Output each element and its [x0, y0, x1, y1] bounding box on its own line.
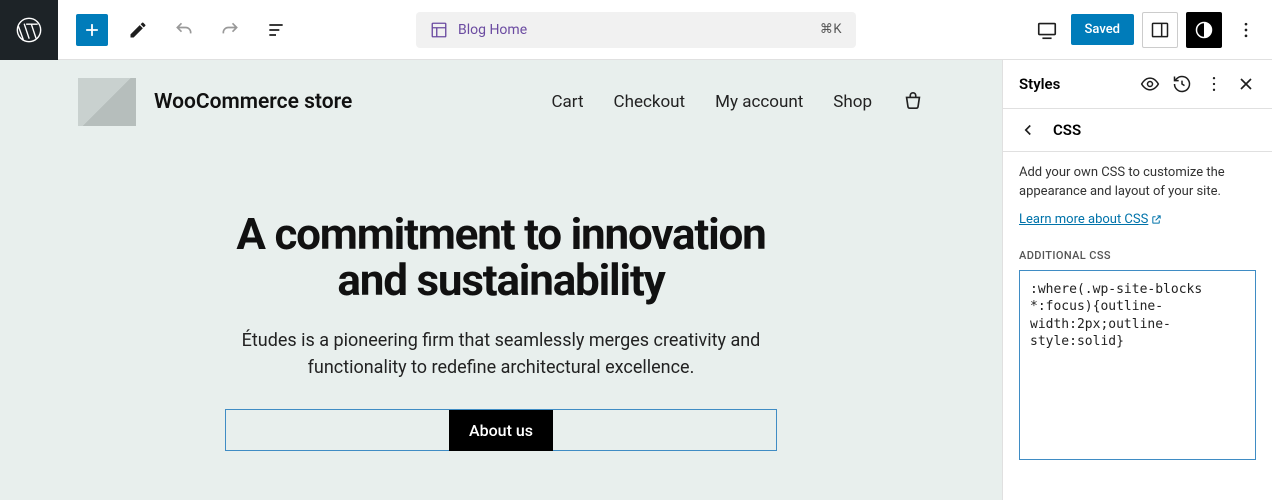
site-nav: Cart Checkout My account Shop	[551, 91, 924, 113]
chevron-left-icon[interactable]	[1019, 121, 1037, 139]
sidebar-breadcrumb: CSS	[1003, 109, 1272, 152]
revisions-icon[interactable]	[1172, 74, 1192, 94]
breadcrumb-label: CSS	[1053, 121, 1081, 139]
close-icon[interactable]	[1236, 74, 1256, 94]
wordpress-logo[interactable]	[0, 0, 58, 60]
undo-icon	[174, 20, 194, 40]
hero-heading[interactable]: A commitment to innovation and sustainab…	[40, 211, 962, 303]
site-logo-placeholder[interactable]	[78, 78, 136, 126]
saved-button[interactable]: Saved	[1071, 14, 1134, 45]
hero-section: A commitment to innovation and sustainab…	[0, 211, 1002, 451]
editor-toolbar: Blog Home ⌘K Saved	[0, 0, 1272, 60]
external-link-icon	[1151, 214, 1162, 225]
editor-body: WooCommerce store Cart Checkout My accou…	[0, 60, 1272, 500]
nav-item-shop[interactable]: Shop	[833, 92, 872, 112]
document-title: Blog Home	[458, 22, 527, 38]
eye-icon[interactable]	[1140, 74, 1160, 94]
redo-button[interactable]	[214, 14, 246, 46]
wordpress-icon	[15, 16, 43, 44]
additional-css-input[interactable]	[1019, 270, 1256, 460]
plus-icon	[82, 20, 102, 40]
sidebar-header: Styles	[1003, 60, 1272, 109]
pencil-icon	[128, 20, 148, 40]
nav-item-cart[interactable]: Cart	[551, 92, 583, 112]
undo-button[interactable]	[168, 14, 200, 46]
additional-css-label: Additional CSS	[1019, 249, 1256, 262]
shortcut-hint: ⌘K	[820, 22, 842, 37]
cart-icon[interactable]	[902, 91, 924, 113]
dots-vertical-icon	[1236, 20, 1256, 40]
styles-button[interactable]	[1186, 12, 1222, 48]
template-icon	[430, 21, 448, 39]
nav-item-account[interactable]: My account	[715, 92, 803, 112]
styles-sidebar: Styles CSS Add your own CSS to customize…	[1002, 60, 1272, 500]
hero-paragraph[interactable]: Études is a pioneering firm that seamles…	[211, 327, 791, 381]
learn-more-link[interactable]: Learn more about CSS	[1019, 212, 1162, 227]
desktop-icon	[1036, 19, 1058, 41]
list-icon	[266, 20, 286, 40]
contrast-icon	[1194, 20, 1214, 40]
document-bar[interactable]: Blog Home ⌘K	[416, 12, 856, 48]
more-menu-button[interactable]	[1230, 14, 1262, 46]
redo-icon	[220, 20, 240, 40]
css-description: Add your own CSS to customize the appear…	[1019, 164, 1256, 202]
sidebar-icon	[1150, 20, 1170, 40]
about-us-button[interactable]: About us	[449, 410, 553, 451]
site-title[interactable]: WooCommerce store	[154, 90, 352, 114]
site-header: WooCommerce store Cart Checkout My accou…	[0, 60, 1002, 126]
nav-item-checkout[interactable]: Checkout	[614, 92, 686, 112]
settings-sidebar-toggle[interactable]	[1142, 12, 1178, 48]
list-view-button[interactable]	[260, 14, 292, 46]
toolbar-left	[76, 14, 292, 46]
edit-tool-button[interactable]	[122, 14, 154, 46]
add-block-button[interactable]	[76, 14, 108, 46]
sidebar-body: Add your own CSS to customize the appear…	[1003, 152, 1272, 476]
toolbar-right: Saved	[1031, 12, 1262, 48]
preview-canvas[interactable]: WooCommerce store Cart Checkout My accou…	[0, 60, 1002, 500]
selected-buttons-block[interactable]: About us	[225, 409, 777, 451]
dots-vertical-icon[interactable]	[1204, 74, 1224, 94]
view-desktop-button[interactable]	[1031, 14, 1063, 46]
sidebar-title: Styles	[1019, 75, 1060, 93]
